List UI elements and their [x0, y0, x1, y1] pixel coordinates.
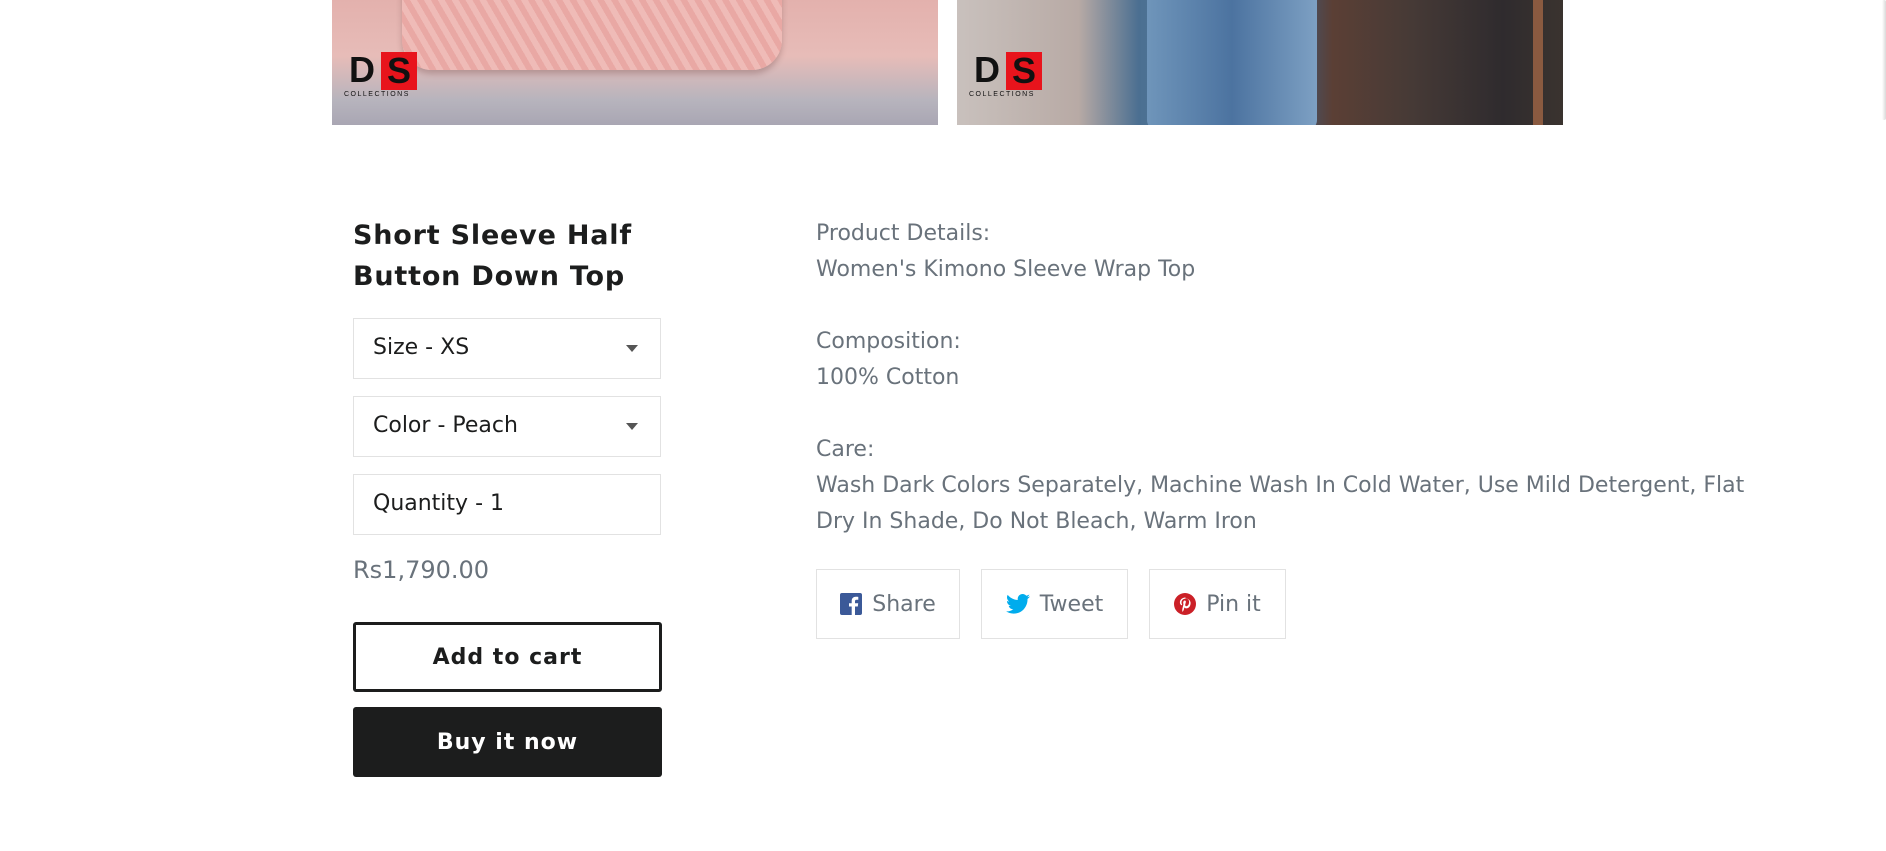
pinterest-icon [1174, 593, 1197, 615]
share-facebook-button[interactable]: Share [816, 569, 960, 639]
color-select[interactable]: Color - Peach [353, 396, 661, 457]
buy-it-now-button[interactable]: Buy it now [353, 707, 662, 777]
color-value: Peach [452, 413, 518, 438]
shirt-hem-graphic [402, 0, 782, 70]
size-select-text: Size - XS [373, 335, 469, 360]
scrollbar[interactable] [1882, 0, 1886, 120]
chevron-down-icon [626, 345, 638, 352]
product-image-1[interactable]: D S COLLECTIONS [332, 0, 938, 125]
composition-section: Composition: 100% Cotton [816, 324, 1766, 396]
quantity-separator: - [475, 491, 484, 516]
twitter-icon [1005, 594, 1030, 614]
details-text: Women's Kimono Sleeve Wrap Top [816, 257, 1196, 282]
size-select[interactable]: Size - XS [353, 318, 661, 379]
logo-subtitle: COLLECTIONS [344, 91, 410, 98]
pin-it-label: Pin it [1206, 591, 1261, 617]
logo-letter-s: S [1006, 52, 1042, 90]
logo-letter-s: S [381, 52, 417, 90]
color-label: Color [373, 413, 431, 438]
product-description: Product Details: Women's Kimono Sleeve W… [816, 216, 1766, 576]
details-section: Product Details: Women's Kimono Sleeve W… [816, 216, 1766, 288]
shelf-graphic [1533, 0, 1543, 125]
jeans-graphic [1147, 0, 1317, 125]
facebook-icon [840, 593, 863, 615]
care-text: Wash Dark Colors Separately, Machine Was… [816, 473, 1745, 534]
add-to-cart-button[interactable]: Add to cart [353, 622, 662, 692]
tweet-label: Tweet [1039, 591, 1104, 617]
product-image-2[interactable]: D S COLLECTIONS [957, 0, 1563, 125]
care-heading: Care: [816, 437, 875, 462]
logo-subtitle: COLLECTIONS [969, 91, 1035, 98]
composition-heading: Composition: [816, 329, 961, 354]
size-value: XS [440, 335, 470, 360]
quantity-label: Quantity [373, 491, 469, 516]
pin-it-button[interactable]: Pin it [1149, 569, 1286, 639]
details-heading: Product Details: [816, 221, 991, 246]
logo-letter-d: D [974, 49, 1000, 90]
logo-letter-d: D [349, 49, 375, 90]
chevron-down-icon [626, 423, 638, 430]
share-label: Share [872, 591, 936, 617]
tweet-button[interactable]: Tweet [981, 569, 1128, 639]
color-separator: - [437, 413, 446, 438]
color-select-text: Color - Peach [373, 413, 518, 438]
size-separator: - [425, 335, 434, 360]
brand-logo: D S COLLECTIONS [344, 50, 422, 102]
quantity-input[interactable]: Quantity - 1 [353, 474, 661, 535]
size-label: Size [373, 335, 419, 360]
brand-logo: D S COLLECTIONS [969, 50, 1047, 102]
product-price: Rs1,790.00 [353, 556, 490, 584]
quantity-input-text: Quantity - 1 [373, 491, 504, 516]
care-section: Care: Wash Dark Colors Separately, Machi… [816, 432, 1766, 540]
quantity-value[interactable]: 1 [490, 491, 504, 516]
composition-text: 100% Cotton [816, 365, 960, 390]
product-title: Short Sleeve Half Button Down Top [353, 220, 632, 292]
